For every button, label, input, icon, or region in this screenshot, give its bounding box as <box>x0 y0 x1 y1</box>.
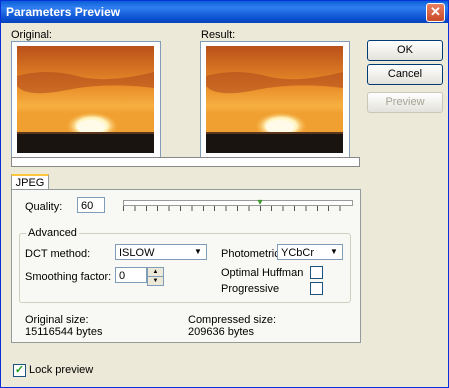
preview-progress-bar <box>11 157 360 167</box>
quality-slider-thumb[interactable]: ▾ <box>257 198 263 208</box>
smoothing-factor-input[interactable]: 0 <box>115 267 147 283</box>
quality-slider-ticks <box>123 206 351 211</box>
original-size-label: Original size: <box>25 314 89 326</box>
result-preview-frame <box>200 41 350 158</box>
title-bar[interactable]: Parameters Preview ✕ <box>1 1 448 23</box>
dct-method-select[interactable]: ISLOW ▼ <box>115 244 207 260</box>
window-title: Parameters Preview <box>6 5 121 19</box>
advanced-legend: Advanced <box>26 227 79 239</box>
close-button[interactable]: ✕ <box>426 3 445 22</box>
result-sunset-image <box>206 46 343 153</box>
photometric-value: YCbCr <box>281 247 315 259</box>
spin-down-icon[interactable]: ▼ <box>147 276 164 286</box>
original-label: Original: <box>11 29 52 41</box>
ok-button[interactable]: OK <box>367 40 443 61</box>
progressive-label: Progressive <box>221 283 280 295</box>
progressive-checkbox[interactable] <box>310 282 323 295</box>
quality-input[interactable]: 60 <box>77 197 105 213</box>
dct-method-label: DCT method: <box>25 248 91 260</box>
preview-button[interactable]: Preview <box>367 92 443 113</box>
result-label: Result: <box>201 29 236 41</box>
checkmark-icon: ✓ <box>14 364 25 376</box>
dct-method-value: ISLOW <box>119 247 155 259</box>
close-icon: ✕ <box>430 4 441 19</box>
photometric-select[interactable]: YCbCr ▼ <box>277 244 343 260</box>
original-sunset-image <box>17 46 154 153</box>
chevron-down-icon: ▼ <box>194 247 202 256</box>
original-preview-frame <box>11 41 161 158</box>
photometric-label: Photometric: <box>221 248 283 260</box>
original-size-value: 15116544 bytes <box>25 326 103 338</box>
lock-preview-label: Lock preview <box>29 364 94 376</box>
compressed-size-value: 209636 bytes <box>188 326 255 338</box>
parameters-preview-dialog: Parameters Preview ✕ Original: Result: O… <box>0 0 449 388</box>
chevron-down-icon: ▼ <box>330 247 338 256</box>
lock-preview-checkbox[interactable]: ✓ <box>13 364 26 377</box>
quality-slider[interactable]: ▾ <box>123 198 353 211</box>
compressed-size-label: Compressed size: <box>188 314 277 326</box>
optimal-huffman-checkbox[interactable] <box>310 266 323 279</box>
cancel-button[interactable]: Cancel <box>367 64 443 85</box>
smoothing-factor-label: Smoothing factor: <box>25 271 112 283</box>
quality-label: Quality: <box>25 201 63 213</box>
optimal-huffman-label: Optimal Huffman <box>221 267 304 279</box>
